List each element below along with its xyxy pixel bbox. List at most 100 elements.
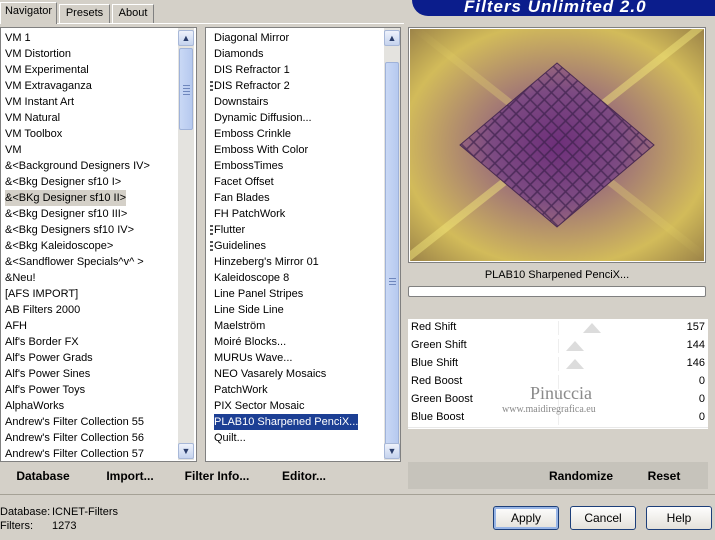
category-item[interactable]: &<Bkg Designer sf10 I> — [5, 174, 121, 190]
category-item-label: &<Sandflower Specials^v^ > — [5, 256, 144, 268]
tab-presets[interactable]: Presets — [59, 4, 110, 23]
param-value: 146 — [686, 357, 705, 369]
category-item[interactable]: AFH — [5, 318, 27, 334]
category-item-label: &<Bkg Designer sf10 I> — [5, 176, 122, 188]
category-item[interactable]: VM Natural — [5, 110, 60, 126]
filter-item[interactable]: Downstairs — [214, 94, 268, 110]
slider-thumb-icon[interactable] — [566, 341, 584, 351]
category-item-label: AlphaWorks — [5, 400, 65, 412]
filter-info-button[interactable]: Filter Info... — [180, 468, 254, 486]
filter-item[interactable]: Emboss Crinkle — [214, 126, 291, 142]
category-item[interactable]: &<BKg Designer sf10 II> — [5, 190, 127, 206]
filter-item[interactable]: Line Panel Stripes — [214, 286, 303, 302]
category-item[interactable]: Alf's Power Sines — [5, 366, 90, 382]
filter-item[interactable]: EmbossTimes — [214, 158, 283, 174]
import-button[interactable]: Import... — [99, 468, 161, 486]
cancel-button[interactable]: Cancel — [570, 506, 636, 530]
param-row[interactable]: Green Shift 144 — [408, 337, 708, 356]
category-item[interactable]: &<Sandflower Specials^v^ > — [5, 254, 144, 270]
filter-item[interactable]: PLAB10 Sharpened PenciX... — [212, 413, 360, 431]
tab-navigator[interactable]: Navigator — [0, 2, 57, 24]
filter-item[interactable]: Guidelines — [210, 238, 266, 254]
filter-item[interactable]: DIS Refractor 2 — [210, 78, 290, 94]
slider-thumb-icon[interactable] — [583, 323, 601, 333]
preview-image — [410, 29, 704, 261]
tab-about[interactable]: About — [112, 4, 154, 23]
scroll-down-icon[interactable]: ▼ — [384, 443, 400, 459]
param-name: Green Shift — [411, 339, 467, 351]
filter-item[interactable]: FH PatchWork — [214, 206, 285, 222]
filter-item[interactable]: Facet Offset — [214, 174, 274, 190]
category-item-label: &<Bkg Designer sf10 III> — [5, 208, 128, 220]
filter-list[interactable]: Diagonal Mirror Diamonds DIS Refractor 1 DI… — [205, 27, 401, 462]
category-item[interactable]: VM Distortion — [5, 46, 71, 62]
category-item[interactable]: Alf's Power Toys — [5, 382, 85, 398]
category-item[interactable]: VM Extravaganza — [5, 78, 92, 94]
param-row[interactable]: Red Shift 157 — [408, 319, 708, 338]
reset-button[interactable]: Reset — [640, 468, 688, 486]
filter-item[interactable]: PatchWork — [214, 382, 268, 398]
param-value: 0 — [698, 393, 705, 405]
category-item[interactable]: VM — [5, 142, 22, 158]
scroll-up-icon[interactable]: ▲ — [384, 30, 400, 46]
filter-item-label: DIS Refractor 1 — [214, 64, 290, 76]
category-item[interactable]: [AFS IMPORT] — [5, 286, 78, 302]
filter-item-label: Maelström — [214, 320, 266, 332]
filter-item-label: Quilt... — [214, 432, 246, 444]
filter-item[interactable]: Maelström — [214, 318, 265, 334]
filter-item[interactable]: Dynamic Diffusion... — [214, 110, 312, 126]
category-item[interactable]: &<Bkg Kaleidoscope> — [5, 238, 113, 254]
filter-item[interactable]: Diamonds — [214, 46, 264, 62]
filter-item[interactable]: Diagonal Mirror — [214, 30, 289, 46]
param-name: Blue Boost — [411, 411, 465, 423]
category-item[interactable]: VM Experimental — [5, 62, 89, 78]
scroll-up-icon[interactable]: ▲ — [178, 30, 194, 46]
scroll-down-icon[interactable]: ▼ — [178, 443, 194, 459]
filter-item[interactable]: MURUs Wave... — [214, 350, 292, 366]
filter-item-label: DIS Refractor 2 — [214, 80, 290, 92]
category-item-label: Alf's Power Grads — [5, 352, 93, 364]
param-value: 0 — [698, 411, 705, 423]
help-button[interactable]: Help — [646, 506, 712, 530]
randomize-button[interactable]: Randomize — [544, 468, 618, 486]
filter-item-label: Line Panel Stripes — [214, 288, 304, 300]
category-item[interactable]: AlphaWorks — [5, 398, 64, 414]
category-item[interactable]: AB Filters 2000 — [5, 302, 80, 318]
category-item[interactable]: Alf's Border FX — [5, 334, 79, 350]
database-button[interactable]: Database — [10, 468, 76, 486]
filter-scroll-thumb[interactable] — [385, 62, 399, 457]
category-item[interactable]: Andrew's Filter Collection 56 — [5, 430, 144, 446]
filter-item[interactable]: Moiré Blocks... — [214, 334, 286, 350]
filter-item[interactable]: Emboss With Color — [214, 142, 308, 158]
category-item[interactable]: VM 1 — [5, 30, 31, 46]
category-item[interactable]: &Neu! — [5, 270, 36, 286]
category-item[interactable]: &<Background Designers IV> — [5, 158, 150, 174]
category-scroll-thumb[interactable] — [179, 48, 193, 130]
filter-item[interactable]: Fan Blades — [214, 190, 270, 206]
filter-item[interactable]: NEO Vasarely Mosaics — [214, 366, 326, 382]
category-list[interactable]: VM 1 VM Distortion VM Experimental VM Extra… — [0, 27, 197, 462]
filter-item[interactable]: DIS Refractor 1 — [214, 62, 290, 78]
filter-item[interactable]: PIX Sector Mosaic — [214, 398, 304, 414]
editor-button[interactable]: Editor... — [277, 468, 331, 486]
category-item[interactable]: Andrew's Filter Collection 55 — [5, 414, 144, 430]
param-row[interactable]: Blue Shift 146 — [408, 355, 708, 374]
preview-frame — [408, 27, 706, 263]
filter-item[interactable]: Hinzeberg's Mirror 01 — [214, 254, 319, 270]
filter-item[interactable]: Line Side Line — [214, 302, 284, 318]
filter-item[interactable]: Quilt... — [214, 430, 246, 446]
category-item-label: AB Filters 2000 — [5, 304, 81, 316]
category-item[interactable]: Andrew's Filter Collection 57 — [5, 446, 144, 461]
category-scrollbar[interactable]: ▲ ▼ — [178, 28, 194, 460]
apply-button[interactable]: Apply — [493, 506, 559, 530]
filter-scrollbar[interactable]: ▲ ▼ — [384, 28, 400, 460]
category-item[interactable]: VM Toolbox — [5, 126, 62, 142]
category-item[interactable]: &<Bkg Designer sf10 III> — [5, 206, 127, 222]
category-item[interactable]: &<Bkg Designers sf10 IV> — [5, 222, 134, 238]
filter-item-label: PatchWork — [214, 384, 268, 396]
category-item[interactable]: VM Instant Art — [5, 94, 74, 110]
slider-thumb-icon[interactable] — [566, 359, 584, 369]
category-item[interactable]: Alf's Power Grads — [5, 350, 93, 366]
filter-item[interactable]: Kaleidoscope 8 — [214, 270, 289, 286]
filter-item[interactable]: Flutter — [210, 222, 245, 238]
